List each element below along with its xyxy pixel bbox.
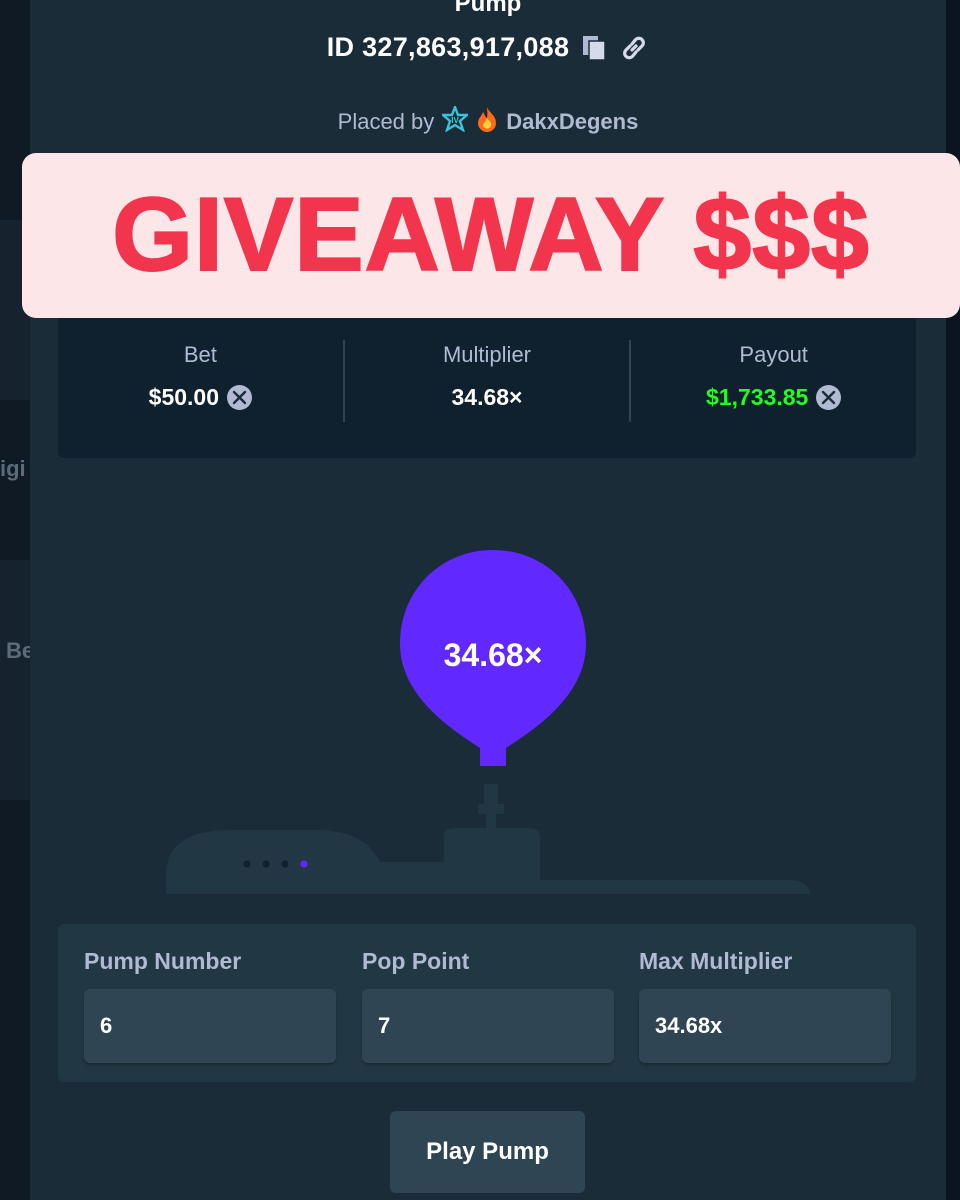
pump-dot <box>281 860 289 868</box>
game-settings-panel: Pump Number Pop Point Max Multiplier <box>58 924 916 1082</box>
payout-label: Payout <box>739 342 808 367</box>
placed-by-row: Placed by IV DakxDegens <box>30 103 946 138</box>
multiplier-value: 34.68× <box>451 384 523 410</box>
balloon-multiplier: 34.68× <box>444 637 543 673</box>
pump-dot <box>243 860 251 868</box>
pop-point-input[interactable] <box>362 989 614 1063</box>
pop-point-label: Pop Point <box>362 948 470 974</box>
link-icon[interactable] <box>619 33 649 63</box>
payout-value: $1,733.85 <box>706 384 809 410</box>
xrp-coin-icon <box>816 385 842 410</box>
pump-number-label: Pump Number <box>84 948 242 974</box>
fire-icon <box>476 106 498 138</box>
placed-by-label: Placed by <box>337 109 435 134</box>
payout-stat: Payout $1,733.85 <box>631 318 916 458</box>
bet-value-row: $50.00 <box>148 384 253 411</box>
multiplier-stat: Multiplier 34.68× <box>345 318 630 458</box>
multiplier-label: Multiplier <box>442 342 532 367</box>
svg-text:IV: IV <box>451 116 459 125</box>
bet-id-row: ID 327,863,917,088 <box>30 32 946 63</box>
pump-number-field: Pump Number <box>84 948 336 1063</box>
multiplier-value-row: 34.68× <box>452 384 523 411</box>
bet-value: $50.00 <box>148 384 220 410</box>
payout-value-row: $1,733.85 <box>706 384 842 411</box>
xrp-coin-icon <box>227 385 253 410</box>
max-multiplier-input[interactable] <box>639 989 891 1063</box>
background-text: igi <box>0 456 26 481</box>
vip-badge-icon: IV <box>440 103 471 138</box>
bet-id: ID 327,863,917,088 <box>326 32 570 62</box>
copy-icon[interactable] <box>579 33 609 63</box>
bet-label: Bet <box>183 342 217 367</box>
max-multiplier-label: Max Multiplier <box>639 948 793 974</box>
balloon: 34.68× <box>400 550 586 766</box>
pump-game-scene: 34.68× <box>166 550 810 894</box>
giveaway-text: GIVEAWAY $$$ <box>111 176 870 294</box>
pump-dot <box>262 860 270 868</box>
pump-number-input[interactable] <box>84 989 336 1063</box>
background-panel <box>0 560 30 800</box>
giveaway-banner: GIVEAWAY $$$ <box>22 153 960 318</box>
game-title: Pump <box>454 0 522 17</box>
play-pump-button[interactable]: Play Pump <box>390 1111 585 1193</box>
pump-machine <box>166 784 810 894</box>
username[interactable]: DakxDegens <box>506 109 638 135</box>
pop-point-field: Pop Point <box>362 948 614 1063</box>
bet-stat: Bet $50.00 <box>58 318 343 458</box>
bet-stats-card: Bet $50.00 Multiplier 34.68× Payout $1,7… <box>58 318 916 458</box>
max-multiplier-field: Max Multiplier <box>639 948 891 1063</box>
pump-dot-active <box>300 860 308 868</box>
